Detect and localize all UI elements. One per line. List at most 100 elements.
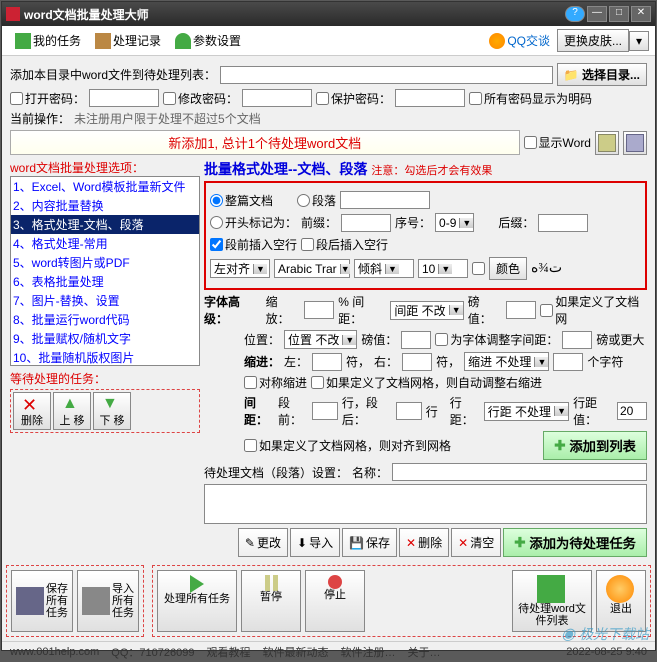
status-about[interactable]: 关于…	[407, 644, 440, 660]
prefix-label: 前缀：	[301, 214, 337, 231]
font-preview: ت¾ه	[531, 260, 562, 277]
align-select[interactable]: 左对齐▼	[210, 259, 270, 278]
show-word-check[interactable]: 显示Word	[524, 134, 591, 151]
status-news[interactable]: 软件最新动态	[262, 644, 328, 660]
open-pwd-input[interactable]	[89, 89, 159, 107]
format-settings-box: 整篇文档 段落 开头标记为： 前缀： 序号： 0-9▼ 后缀： 段	[204, 181, 647, 290]
paragraph-input[interactable]	[340, 191, 430, 209]
indent-chars-input[interactable]	[553, 353, 583, 371]
line-spacing-select[interactable]: 行距 不处理▼	[484, 402, 569, 421]
line-spacing-input[interactable]	[617, 402, 647, 420]
auto-adjust-check[interactable]: 如果定义了文档网格，则自动调整右缩进	[311, 374, 542, 391]
list-item[interactable]: 7、图片-替换、设置	[11, 291, 199, 310]
start-mark-radio[interactable]: 开头标记为：	[210, 214, 297, 231]
size-select[interactable]: 10▼	[418, 259, 468, 278]
color-button[interactable]: 颜色	[489, 257, 527, 280]
pending-doc-list[interactable]	[204, 484, 647, 524]
params-button[interactable]: 参数设置	[168, 29, 248, 52]
suffix-input[interactable]	[538, 214, 588, 232]
add-to-list-button[interactable]: ✚添加到列表	[543, 431, 647, 460]
blank-before-check[interactable]: 段前插入空行	[210, 236, 297, 253]
after-para-input[interactable]	[396, 402, 422, 420]
section-note: 注意：勾选后才会有效果	[371, 162, 492, 178]
save-disk-button[interactable]	[595, 131, 619, 155]
help-button[interactable]: ?	[565, 6, 585, 22]
status-url[interactable]: www.001help.com	[10, 646, 99, 658]
stop-button[interactable]: 停止	[305, 570, 365, 632]
whole-doc-radio[interactable]: 整篇文档	[210, 192, 273, 209]
select-dir-button[interactable]: 📁 选择目录...	[557, 63, 647, 86]
toolbar-dropdown[interactable]: ▾	[629, 31, 649, 51]
spacing-select[interactable]: 间距 不改▼	[390, 301, 463, 320]
maximize-button[interactable]: □	[609, 6, 629, 22]
import-button[interactable]: ⬇导入	[290, 528, 340, 557]
title-bar: word文档批量处理大师 ? — □ ✕	[2, 2, 655, 26]
plaintext-check[interactable]: 所有密码显示为明码	[469, 90, 592, 107]
delete-task-button[interactable]: ✕删除	[13, 392, 51, 430]
list-item[interactable]: 8、批量运行word代码	[11, 310, 199, 329]
paragraph-radio[interactable]: 段落	[297, 192, 336, 209]
import-all-button[interactable]: 导入 所有 任务	[77, 570, 139, 632]
indent-right-input[interactable]	[402, 353, 432, 371]
list-item[interactable]: 5、word转图片或PDF	[11, 253, 199, 272]
name-input[interactable]	[392, 463, 647, 481]
current-op-label: 当前操作：	[10, 110, 70, 127]
skin-button[interactable]: 更换皮肤...	[557, 29, 629, 52]
process-all-button[interactable]: 处理所有任务	[157, 570, 237, 632]
list-item[interactable]: 2、内容批量替换	[11, 196, 199, 215]
modify-pwd-input[interactable]	[242, 89, 312, 107]
list-icon	[537, 575, 565, 603]
font-select[interactable]: Arabic Trar▼	[274, 259, 350, 278]
pending-list-button[interactable]: 待处理word文 件列表	[512, 570, 592, 632]
seq-select[interactable]: 0-9▼	[435, 213, 474, 232]
modify-pwd-check[interactable]: 修改密码：	[163, 90, 238, 107]
adjust-spacing-check[interactable]: 为字体调整字间距：	[435, 331, 558, 348]
close-button[interactable]: ✕	[631, 6, 651, 22]
add-hint-label: 添加本目录中word文件到待处理列表：	[10, 66, 216, 83]
qq-button[interactable]: QQ交谈	[482, 29, 557, 52]
dir-input[interactable]	[220, 66, 553, 84]
clear-button[interactable]: ✕清空	[451, 528, 501, 557]
pause-button[interactable]: 暂停	[241, 570, 301, 632]
move-down-button[interactable]: ▼下 移	[93, 392, 131, 430]
options-list[interactable]: 1、Excel、Word模板批量新文件 2、内容批量替换 3、格式处理-文档、段…	[10, 176, 200, 366]
before-para-input[interactable]	[312, 402, 338, 420]
add-task-button[interactable]: ✚添加为待处理任务	[503, 528, 647, 557]
protect-pwd-check[interactable]: 保护密码：	[316, 90, 391, 107]
if-defined-font-check[interactable]: 如果定义了文档网	[540, 293, 647, 327]
pt1-input[interactable]	[506, 301, 536, 319]
indent-left-input[interactable]	[312, 353, 342, 371]
style-select[interactable]: 倾斜▼	[354, 259, 414, 278]
list-item[interactable]: 3、格式处理-文档、段落	[11, 215, 199, 234]
status-tutorial[interactable]: 观看教程	[206, 644, 250, 660]
color-check[interactable]	[472, 262, 485, 275]
status-reg[interactable]: 软件注册…	[340, 644, 395, 660]
open-disk-button[interactable]	[623, 131, 647, 155]
scale-input[interactable]	[304, 301, 334, 319]
list-item[interactable]: 1、Excel、Word模板批量新文件	[11, 177, 199, 196]
protect-pwd-input[interactable]	[395, 89, 465, 107]
open-pwd-check[interactable]: 打开密码：	[10, 90, 85, 107]
list-item[interactable]: 9、批量赋权/随机文字	[11, 329, 199, 348]
save-all-button[interactable]: 保存 所有 任务	[11, 570, 73, 632]
modify-button[interactable]: ✎更改	[238, 528, 288, 557]
indent-select[interactable]: 缩进 不处理▼	[464, 352, 549, 371]
adjust-spacing-input[interactable]	[562, 331, 592, 349]
history-button[interactable]: 处理记录	[88, 29, 168, 52]
list-item[interactable]: 6、表格批量处理	[11, 272, 199, 291]
minimize-button[interactable]: —	[587, 6, 607, 22]
list-item[interactable]: 10、批量随机版权图片	[11, 348, 199, 366]
prefix-input[interactable]	[341, 214, 391, 232]
list-item[interactable]: 4、格式处理-常用	[11, 234, 199, 253]
align-grid-check[interactable]: 如果定义了文档网格，则对齐到网格	[244, 437, 451, 454]
my-tasks-button[interactable]: 我的任务	[8, 29, 88, 52]
exit-button[interactable]: 退出	[596, 570, 646, 632]
delete-button[interactable]: ✕删除	[399, 528, 449, 557]
sym-indent-check[interactable]: 对称缩进	[244, 374, 307, 391]
position-select[interactable]: 位置 不改▼	[284, 330, 357, 349]
options-title: word文档批量处理选项：	[10, 159, 200, 176]
save-button[interactable]: 💾保存	[342, 528, 397, 557]
pt2-input[interactable]	[401, 331, 431, 349]
move-up-button[interactable]: ▲上 移	[53, 392, 91, 430]
blank-after-check[interactable]: 段后插入空行	[301, 236, 388, 253]
